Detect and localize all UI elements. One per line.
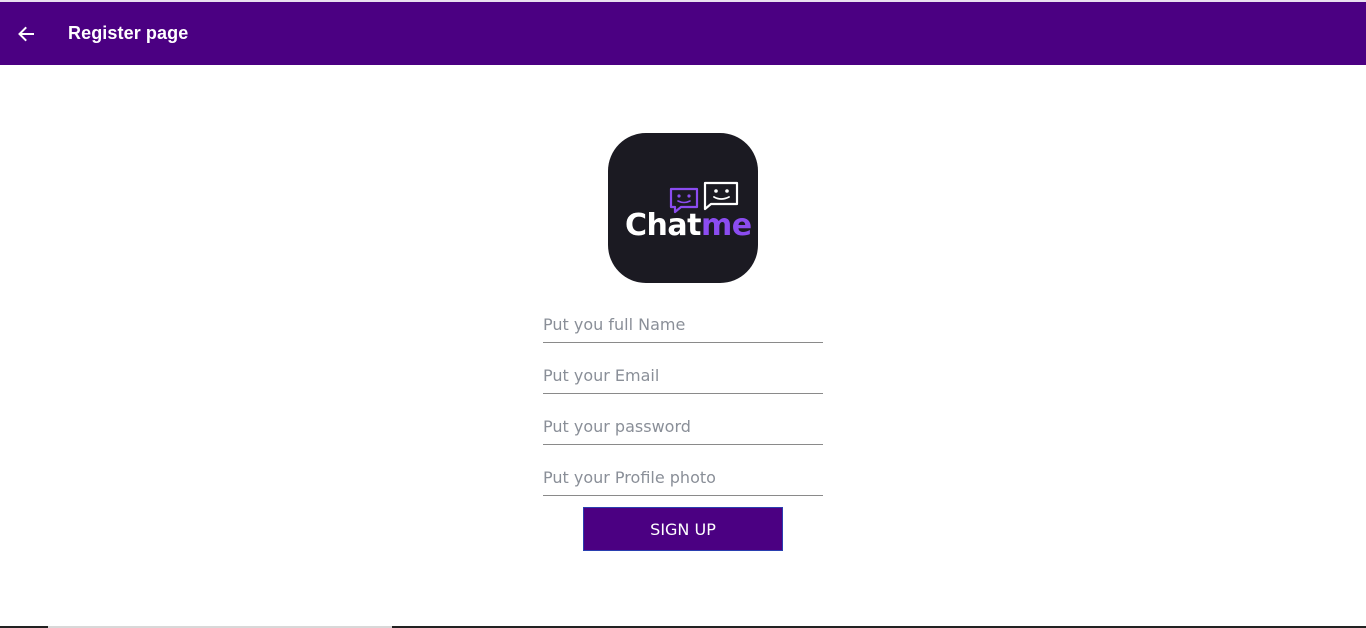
full-name-field[interactable]	[543, 315, 823, 334]
profile-photo-field[interactable]	[543, 468, 823, 487]
arrow-left-icon	[18, 26, 34, 41]
app-bar: Register page	[0, 2, 1366, 65]
chatme-logo: Chatme	[608, 133, 758, 283]
password-field-container	[543, 402, 823, 445]
logo-text-accent: me	[701, 208, 752, 243]
logo-text-primary: Chat	[625, 208, 701, 243]
password-field[interactable]	[543, 417, 823, 436]
register-page: Register page Chatme Put you full Name P…	[0, 0, 1366, 628]
white-chat-bubble-icon	[703, 181, 739, 211]
back-button[interactable]	[0, 2, 52, 65]
svg-text:Chatme: Chatme	[625, 208, 752, 243]
page-title: Register page	[68, 23, 189, 43]
profile-photo-field-container	[543, 453, 823, 496]
sign-up-button[interactable]: SIGN UP	[583, 507, 783, 551]
full-name-field-container	[543, 300, 823, 343]
email-field-container	[543, 351, 823, 394]
email-field[interactable]	[543, 366, 823, 385]
